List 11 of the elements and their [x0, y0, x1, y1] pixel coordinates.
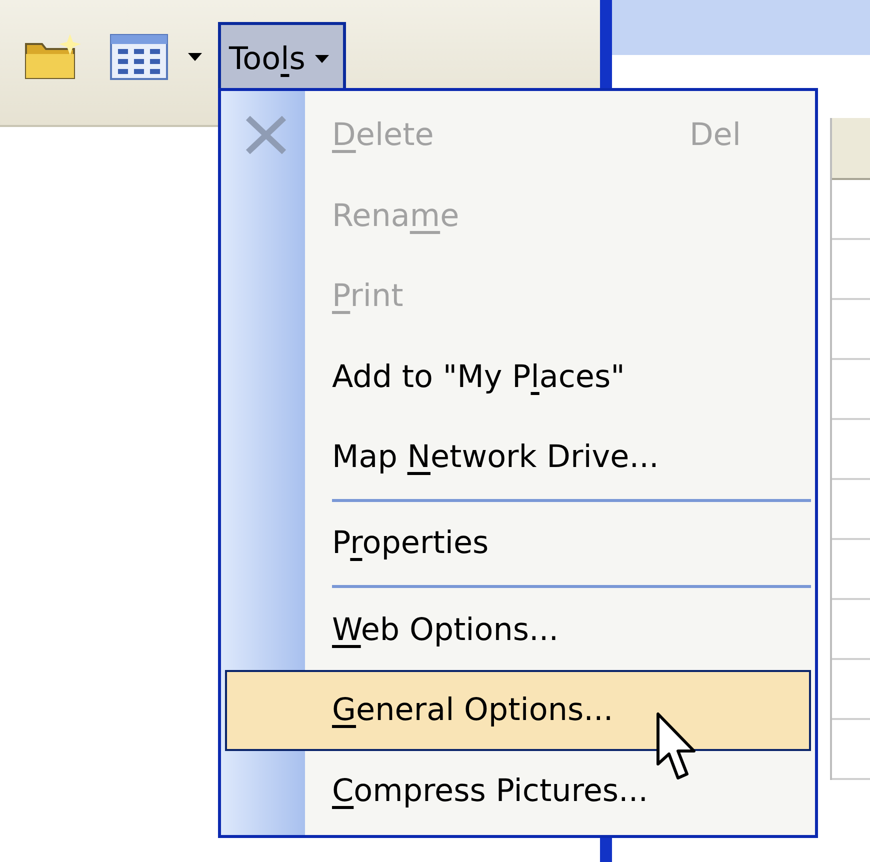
new-folder-icon[interactable]	[24, 34, 82, 80]
grid-view-icon[interactable]	[110, 34, 168, 80]
column-header	[832, 118, 870, 180]
menu-item[interactable]: Map Network Drive...	[225, 416, 811, 498]
caret-icon	[315, 54, 330, 62]
menu-item[interactable]: Web Options...	[225, 590, 811, 670]
caret-icon[interactable]	[188, 53, 202, 61]
menu-item[interactable]: Compress Pictures...	[225, 750, 811, 831]
menu-item[interactable]: General Options...	[225, 670, 811, 751]
menu-item[interactable]: Properties	[225, 503, 811, 584]
menu-item[interactable]: Add to "My Places"	[225, 336, 811, 417]
